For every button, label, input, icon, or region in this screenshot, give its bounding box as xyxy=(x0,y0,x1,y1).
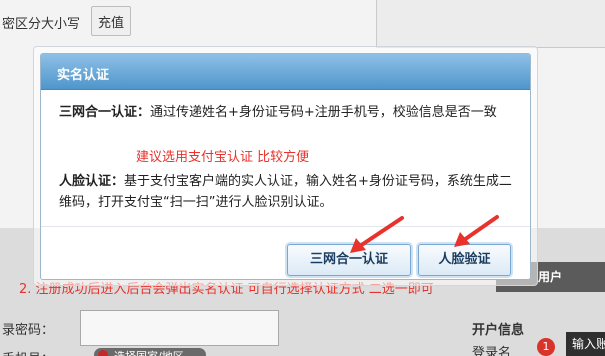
three-network-text: 通过传递姓名+身份证号码+注册手机号，校验信息是否一致 xyxy=(150,105,497,120)
dialog-title: 实名认证 xyxy=(57,68,110,83)
password-label: 录密码： xyxy=(2,323,55,338)
input-tooltip: 输入账 xyxy=(566,332,605,356)
background-right-title: 用户 xyxy=(538,270,563,284)
real-name-auth-dialog: 实名认证 三网合一认证：通过传递姓名+身份证号码+注册手机号，校验信息是否一致 … xyxy=(40,53,531,280)
account-info-title: 开户信息 xyxy=(472,323,525,338)
background-top-right-panel xyxy=(376,0,605,48)
country-select[interactable]: 选择国家/地区 xyxy=(94,348,206,356)
face-auth-description: 人脸认证：基于支付宝客户端的实人认证，输入姓名+身份证号码，系统生成二维码，打开… xyxy=(59,171,519,213)
face-auth-label: 人脸认证： xyxy=(59,174,125,189)
password-input[interactable] xyxy=(80,310,279,346)
flag-icon xyxy=(98,350,108,356)
phone-label: 手机号： xyxy=(2,348,54,356)
annotation-note-1: 建议选用支付宝认证 比较方便 xyxy=(136,150,310,165)
dialog-header: 实名认证 xyxy=(41,54,530,90)
face-auth-text: 基于支付宝客户端的实人认证，输入姓名+身份证号码，系统生成二维码，打开支付宝“扫… xyxy=(59,174,512,210)
login-name-label: 登录名 xyxy=(472,346,512,356)
case-sensitive-hint: 密区分大小写 xyxy=(2,17,81,32)
recharge-button[interactable]: 充值 xyxy=(91,6,132,36)
three-network-description: 三网合一认证：通过传递姓名+身份证号码+注册手机号，校验信息是否一致 xyxy=(59,102,519,123)
country-select-text: 选择国家/地区 xyxy=(114,348,184,356)
three-network-label: 三网合一认证： xyxy=(59,105,151,120)
notification-badge: 1 xyxy=(537,338,555,356)
three-network-auth-button[interactable]: 三网合一认证 xyxy=(287,244,411,276)
dialog-divider xyxy=(41,226,530,227)
face-verify-button[interactable]: 人脸验证 xyxy=(418,244,511,276)
